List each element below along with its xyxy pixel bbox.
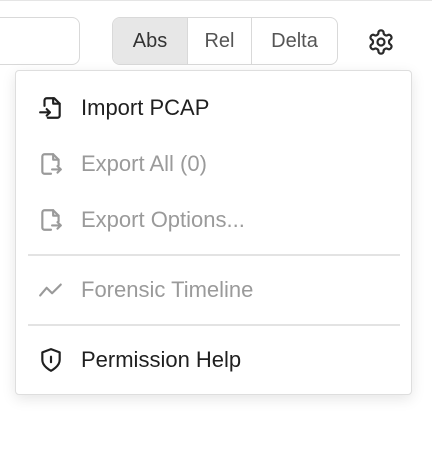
menu-item-label: Import PCAP [81, 95, 210, 120]
shield-icon [38, 347, 64, 373]
time-mode-toggle: Abs Rel Delta [112, 17, 338, 65]
time-mode-rel-button[interactable]: Rel [187, 18, 251, 64]
menu-item-import-pcap[interactable]: Import PCAP [16, 83, 411, 133]
menu-item-label: Export Options... [81, 207, 245, 232]
file-export-icon [38, 151, 64, 177]
file-export-icon [38, 207, 64, 233]
menu-item-export-options[interactable]: Export Options... [16, 195, 411, 245]
line-chart-icon [38, 277, 64, 303]
time-mode-abs-button[interactable]: Abs [113, 18, 187, 64]
menu-item-export-all[interactable]: Export All (0) [16, 139, 411, 189]
time-mode-delta-button[interactable]: Delta [251, 18, 337, 64]
menu-divider [28, 254, 400, 256]
file-import-icon [38, 95, 64, 121]
menu-divider [28, 324, 400, 326]
gear-icon[interactable] [367, 28, 395, 56]
menu-item-label: Export All (0) [81, 151, 207, 176]
filter-input[interactable] [0, 17, 80, 65]
menu-item-label: Permission Help [81, 347, 242, 372]
actions-menu: Import PCAP Export All (0) Export Option… [15, 70, 412, 395]
menu-item-permission-help[interactable]: Permission Help [16, 335, 411, 385]
top-border [0, 0, 432, 1]
menu-item-forensic-timeline[interactable]: Forensic Timeline [16, 265, 411, 315]
menu-item-label: Forensic Timeline [81, 277, 254, 302]
page: Abs Rel Delta Import PCAP Export All (0)… [0, 0, 432, 454]
